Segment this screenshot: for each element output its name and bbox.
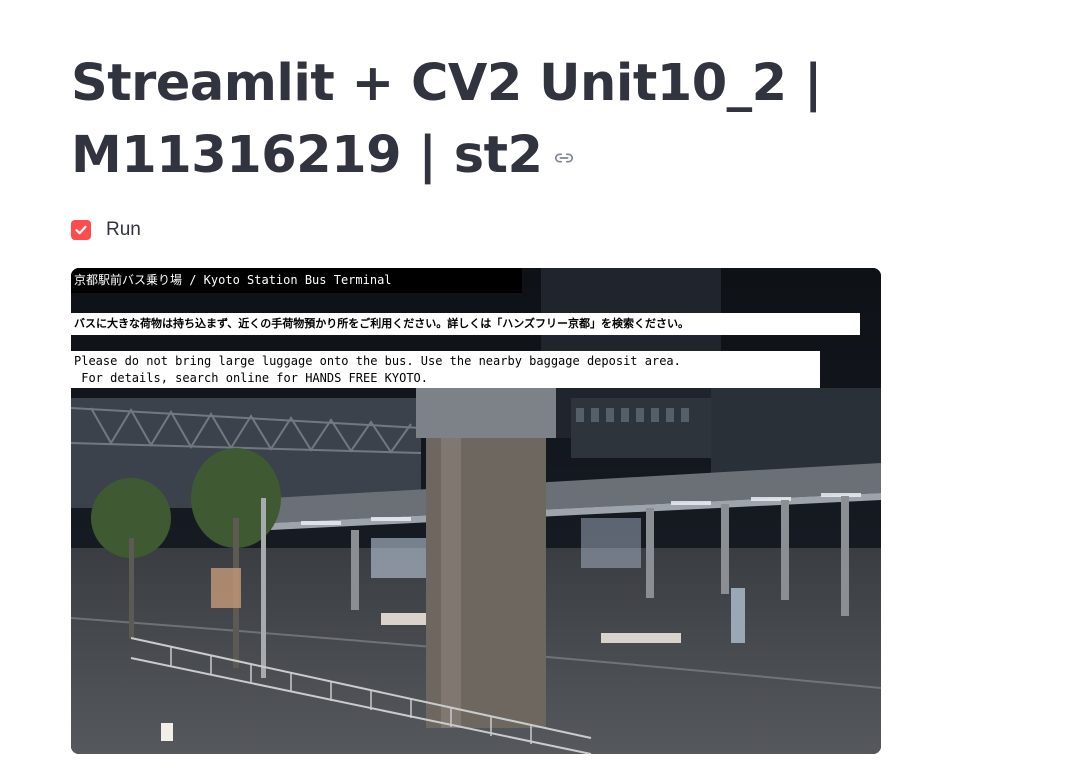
- bus-terminal-scene: [71, 268, 881, 754]
- page-title-line-1: Streamlit + CV2 Unit10_2 |: [71, 54, 823, 113]
- notice-english: Please do not bring large luggage onto t…: [71, 351, 820, 388]
- page-title-line-2: M11316219 | st2: [71, 126, 543, 185]
- camera-caption-top: 京都駅前バス乗り場 / Kyoto Station Bus Terminal: [71, 268, 522, 293]
- notice-japanese: バスに大きな荷物は持ち込まず、近くの手荷物預かり所をご利用ください。詳しくは「ハ…: [71, 313, 860, 335]
- checkmark-icon: [75, 225, 87, 235]
- checkbox-box[interactable]: [71, 220, 91, 240]
- link-icon[interactable]: [553, 147, 575, 169]
- run-checkbox[interactable]: Run: [71, 219, 141, 241]
- notice-english-line-1: Please do not bring large luggage onto t…: [74, 354, 681, 368]
- run-checkbox-label: Run: [106, 219, 141, 240]
- page-title: Streamlit + CV2 Unit10_2 | M11316219 | s…: [71, 48, 881, 192]
- main-content: Streamlit + CV2 Unit10_2 | M11316219 | s…: [71, 48, 881, 754]
- notice-english-line-2: For details, search online for HANDS FRE…: [74, 371, 429, 385]
- camera-frame: 京都駅前バス乗り場 / Kyoto Station Bus Terminal バ…: [71, 268, 881, 754]
